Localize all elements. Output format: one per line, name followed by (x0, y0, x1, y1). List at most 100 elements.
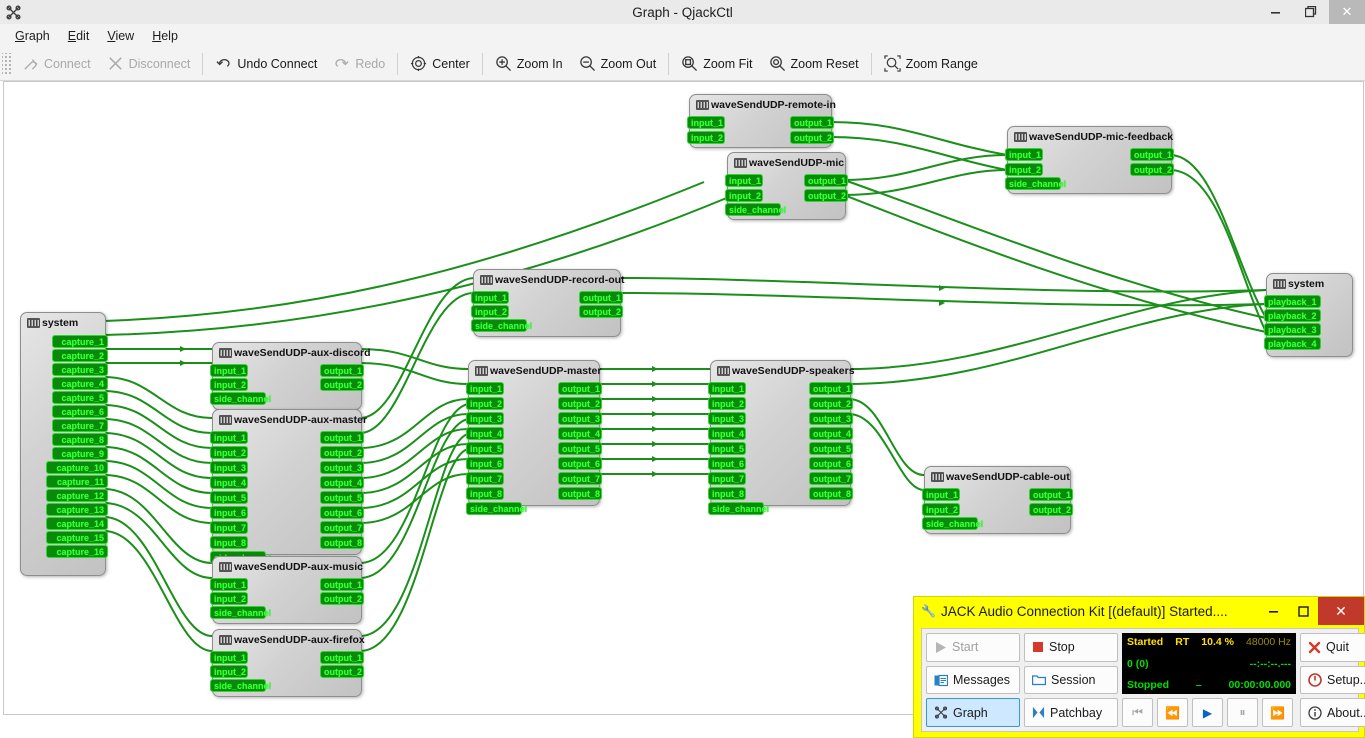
menu-edit[interactable]: Edit (59, 27, 99, 45)
port-output_2[interactable]: output_2 (1029, 503, 1073, 516)
port-input_1[interactable]: input_1 (210, 651, 248, 664)
port-side_channel[interactable]: side_channel (210, 606, 271, 619)
port-capture_16[interactable]: capture_16 (46, 545, 108, 558)
port-capture_1[interactable]: capture_1 (52, 335, 108, 348)
port-input_2[interactable]: input_2 (210, 592, 248, 605)
toolbar-connect-button[interactable]: Connect (14, 48, 99, 79)
port-output_8[interactable]: output_8 (320, 536, 364, 549)
port-output_1[interactable]: output_1 (790, 116, 834, 129)
port-input_2[interactable]: input_2 (210, 665, 248, 678)
port-capture_8[interactable]: capture_8 (52, 433, 108, 446)
port-output_2[interactable]: output_2 (320, 378, 364, 391)
port-output_3[interactable]: output_3 (320, 461, 364, 474)
port-playback_4[interactable]: playback_4 (1264, 337, 1321, 350)
port-capture_12[interactable]: capture_12 (46, 489, 108, 502)
port-output_3[interactable]: output_3 (809, 412, 853, 425)
node-aux-firefox[interactable]: waveSendUDP-aux-firefox input_1 input_2 … (210, 629, 365, 697)
port-output_1[interactable]: output_1 (804, 174, 848, 187)
toolbar-zoom-in-button[interactable]: Zoom In (487, 48, 571, 79)
port-input_1[interactable]: input_1 (725, 174, 763, 187)
stop-button[interactable]: Stop (1024, 633, 1118, 662)
port-input_2[interactable]: input_2 (471, 305, 509, 318)
node-aux-discord[interactable]: waveSendUDP-aux-discord input_1 input_2 … (210, 342, 371, 410)
port-output_2[interactable]: output_2 (804, 189, 848, 202)
port-output_1[interactable]: output_1 (320, 578, 364, 591)
port-input_1[interactable]: input_1 (471, 291, 509, 304)
port-output_7[interactable]: output_7 (320, 521, 364, 534)
port-input_6[interactable]: input_6 (210, 506, 248, 519)
port-output_2[interactable]: output_2 (320, 592, 364, 605)
maximize-button[interactable] (1293, 0, 1329, 24)
port-input_1[interactable]: input_1 (210, 364, 248, 377)
qjackctl-main-window[interactable]: 🔧 JACK Audio Connection Kit [(default)] … (913, 596, 1365, 738)
transport-rewind-button[interactable]: ⏪ (1157, 698, 1188, 727)
port-capture_11[interactable]: capture_11 (46, 475, 108, 488)
toolbar-center-button[interactable]: Center (402, 48, 478, 79)
port-output_4[interactable]: output_4 (558, 427, 602, 440)
port-capture_14[interactable]: capture_14 (46, 517, 108, 530)
toolbar-undo-connect-button[interactable]: Undo Connect (207, 48, 325, 79)
start-button[interactable]: Start (926, 633, 1020, 662)
port-input_4[interactable]: input_4 (708, 427, 746, 440)
messages-button[interactable]: Messages (926, 665, 1020, 695)
port-capture_3[interactable]: capture_3 (52, 363, 108, 376)
port-input_1[interactable]: input_1 (466, 382, 504, 395)
port-input_2[interactable]: input_2 (922, 503, 960, 516)
transport-begin-button[interactable]: ⏮ (1122, 698, 1153, 727)
session-button[interactable]: Session (1024, 665, 1118, 695)
port-side_channel[interactable]: side_channel (725, 203, 786, 216)
node-aux-music[interactable]: waveSendUDP-aux-music input_1 input_2 si… (210, 556, 364, 624)
toolbar-zoom-fit-button[interactable]: Zoom Fit (673, 48, 760, 79)
port-output_5[interactable]: output_5 (809, 442, 853, 455)
transport-play-button[interactable]: ▶ (1192, 698, 1223, 727)
port-input_1[interactable]: input_1 (922, 488, 960, 501)
port-input_2[interactable]: input_2 (687, 131, 725, 144)
port-output_1[interactable]: output_1 (579, 291, 623, 304)
node-record-out[interactable]: waveSendUDP-record-out input_1 input_2 s… (471, 269, 625, 337)
transport-pause-button[interactable]: ⏸ (1227, 698, 1258, 727)
port-input_1[interactable]: input_1 (687, 116, 725, 129)
port-output_6[interactable]: output_6 (809, 457, 853, 470)
setup-button[interactable]: Setup... (1300, 665, 1365, 695)
patchbay-button[interactable]: Patchbay (1024, 698, 1118, 728)
about-button[interactable]: About... (1300, 698, 1365, 728)
port-output_1[interactable]: output_1 (558, 382, 602, 395)
port-capture_6[interactable]: capture_6 (52, 405, 108, 418)
port-input_2[interactable]: input_2 (466, 397, 504, 410)
toolbar-redo-button[interactable]: Redo (325, 48, 393, 79)
port-output_3[interactable]: output_3 (558, 412, 602, 425)
port-output_1[interactable]: output_1 (320, 431, 364, 444)
port-output_4[interactable]: output_4 (320, 476, 364, 489)
qjackctl-maximize-button[interactable] (1288, 597, 1318, 625)
port-capture_2[interactable]: capture_2 (52, 349, 108, 362)
node-system-capture[interactable]: system capture_1 capture_2 capture_3 cap… (20, 312, 108, 576)
port-capture_5[interactable]: capture_5 (52, 391, 108, 404)
port-input_4[interactable]: input_4 (466, 427, 504, 440)
port-playback_2[interactable]: playback_2 (1264, 309, 1321, 322)
port-output_1[interactable]: output_1 (809, 382, 853, 395)
port-capture_13[interactable]: capture_13 (46, 503, 108, 516)
port-side_channel[interactable]: side_channel (922, 517, 983, 530)
port-playback_1[interactable]: playback_1 (1264, 295, 1321, 308)
qjackctl-close-button[interactable]: ✕ (1318, 597, 1364, 625)
port-input_2[interactable]: input_2 (1005, 163, 1043, 176)
node-mic[interactable]: waveSendUDP-mic input_1 input_2 side_cha… (725, 152, 848, 220)
port-input_2[interactable]: input_2 (708, 397, 746, 410)
quit-button[interactable]: Quit (1300, 633, 1365, 662)
node-speakers[interactable]: waveSendUDP-speakers input_1 input_2 inp… (708, 360, 855, 515)
port-input_3[interactable]: input_3 (466, 412, 504, 425)
minimize-button[interactable] (1257, 0, 1293, 24)
port-input_5[interactable]: input_5 (210, 491, 248, 504)
port-input_1[interactable]: input_1 (210, 578, 248, 591)
port-side_channel[interactable]: side_channel (708, 502, 769, 515)
port-output_8[interactable]: output_8 (809, 487, 853, 500)
port-output_7[interactable]: output_7 (558, 472, 602, 485)
port-side_channel[interactable]: side_channel (210, 679, 271, 692)
node-system-playback[interactable]: system playback_1 playback_2 playback_3 … (1264, 273, 1353, 357)
port-capture_10[interactable]: capture_10 (46, 461, 108, 474)
port-output_1[interactable]: output_1 (320, 651, 364, 664)
port-input_2[interactable]: input_2 (210, 446, 248, 459)
port-playback_3[interactable]: playback_3 (1264, 323, 1321, 336)
port-input_8[interactable]: input_8 (210, 536, 248, 549)
port-input_1[interactable]: input_1 (210, 431, 248, 444)
